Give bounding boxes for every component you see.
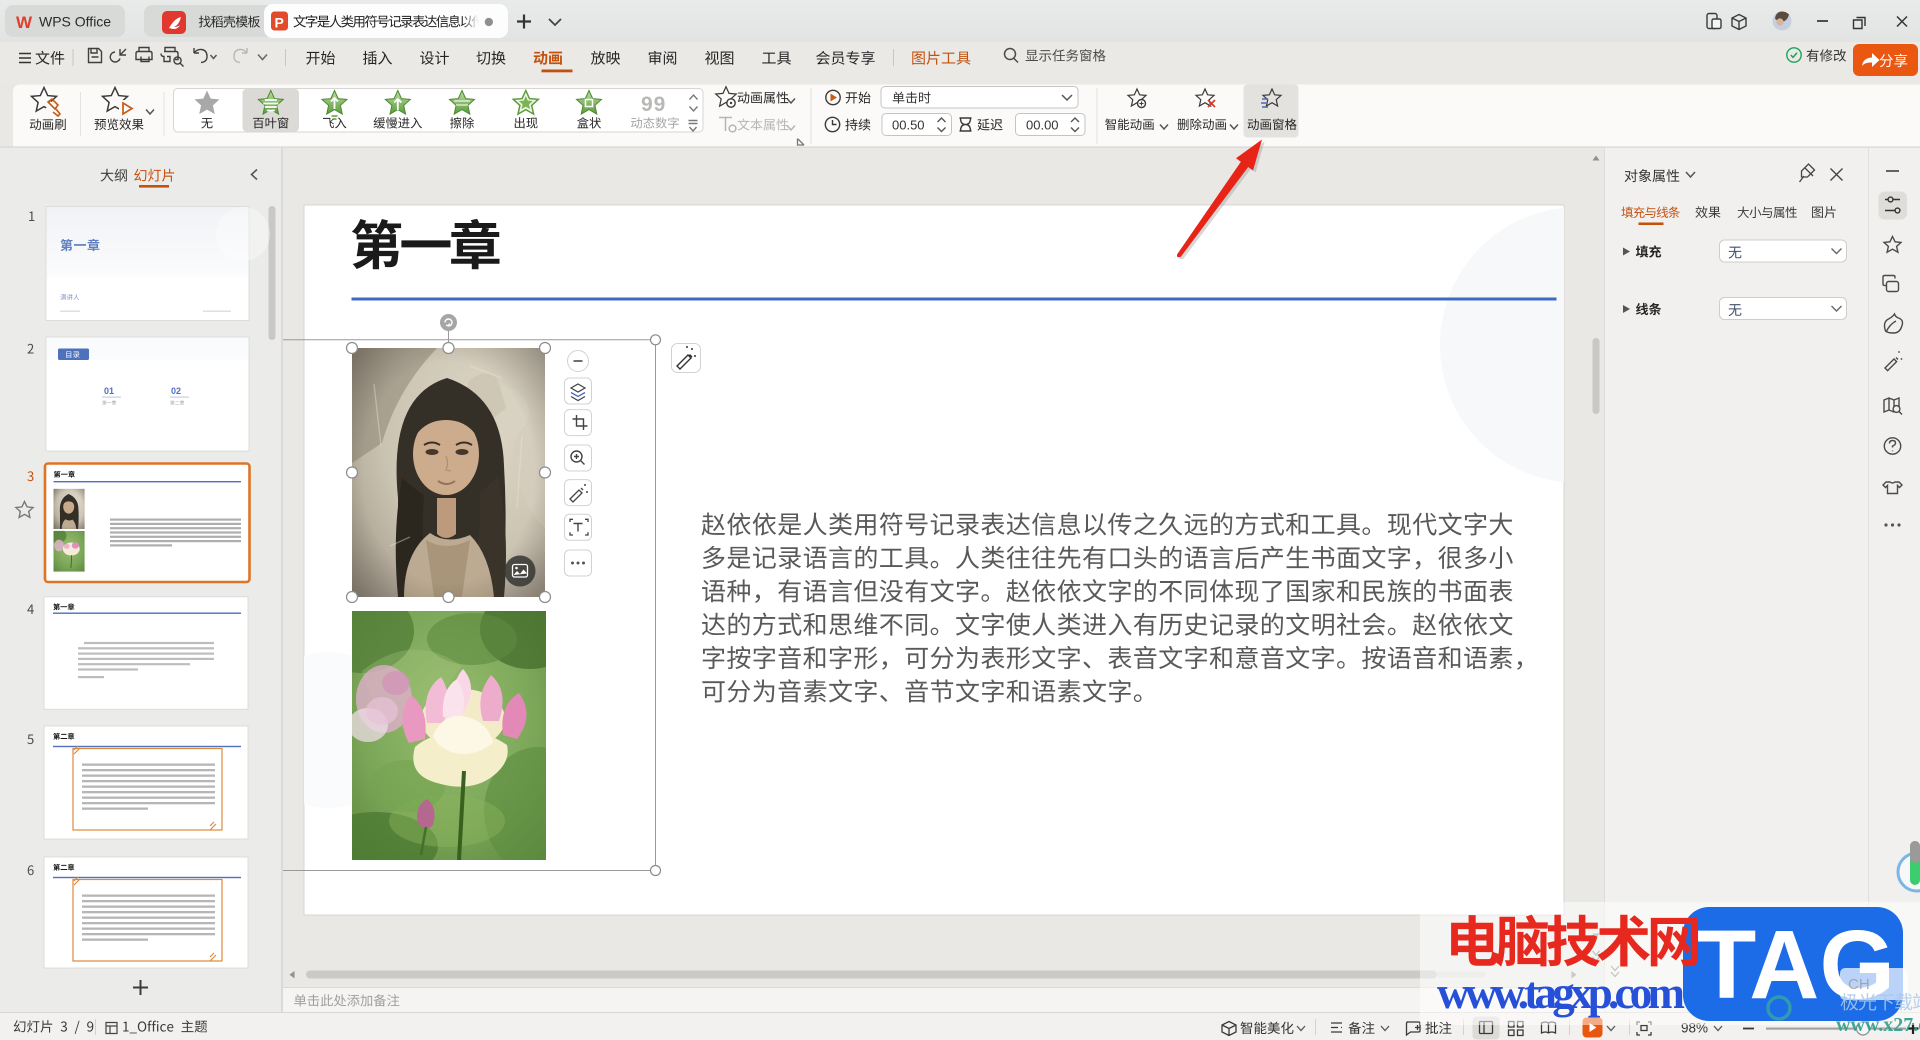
svg-text:02: 02: [171, 386, 181, 396]
svg-text:www.tagxp.com: www.tagxp.com: [1437, 968, 1685, 1018]
svg-text:00.50: 00.50: [892, 118, 925, 133]
svg-text:www.x27.com: www.x27.com: [1836, 1014, 1920, 1036]
svg-text:CH: CH: [1848, 976, 1870, 993]
svg-text:P: P: [275, 15, 284, 31]
svg-text:99: 99: [641, 93, 666, 116]
svg-text:WPS Office: WPS Office: [39, 14, 111, 30]
svg-text:TAG: TAG: [1697, 910, 1893, 1019]
svg-text:01: 01: [104, 386, 114, 396]
svg-text:00.00: 00.00: [1026, 118, 1059, 133]
svg-text:W: W: [16, 13, 33, 32]
